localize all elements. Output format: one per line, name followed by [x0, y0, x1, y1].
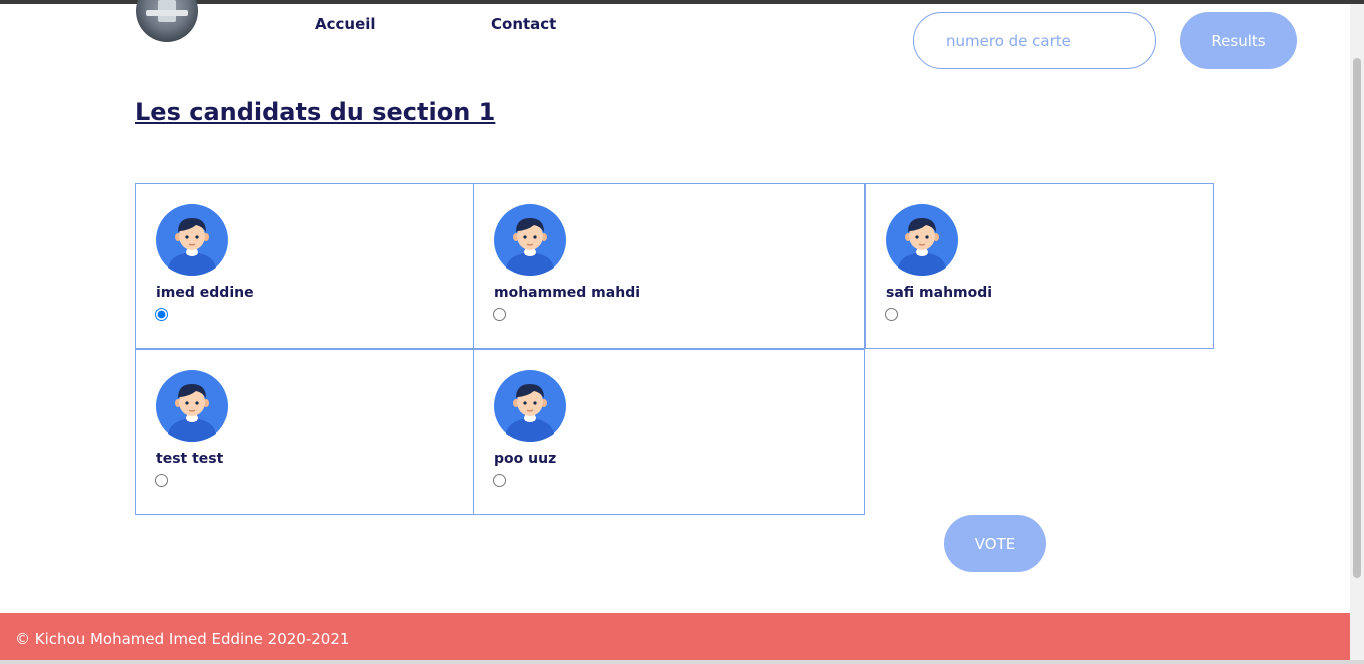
candidate-radio[interactable] [493, 308, 506, 321]
candidate-radio[interactable] [885, 308, 898, 321]
user-avatar-icon [494, 370, 566, 442]
candidate-name: test test [156, 451, 224, 467]
candidate-name: safi mahmodi [886, 285, 993, 301]
user-avatar-icon [156, 204, 228, 276]
footer: © Kichou Mohamed Imed Eddine 2020-2021 [0, 613, 1350, 664]
card-number-input[interactable] [913, 12, 1156, 69]
results-button[interactable]: Results [1180, 12, 1297, 69]
candidate-card: poo uuz [473, 349, 865, 515]
scrollbar-thumb[interactable] [1353, 58, 1361, 578]
candidate-name: mohammed mahdi [494, 285, 641, 301]
user-avatar-icon [156, 370, 228, 442]
vertical-scrollbar[interactable] [1350, 4, 1364, 664]
candidate-name: poo uuz [494, 451, 557, 467]
taskbar-edge [0, 660, 1364, 664]
vote-button[interactable]: VOTE [944, 515, 1046, 572]
nav-link-contact[interactable]: Contact [491, 15, 556, 33]
candidate-card: test test [135, 349, 474, 515]
footer-copyright: © Kichou Mohamed Imed Eddine 2020-2021 [15, 630, 350, 648]
candidate-radio[interactable] [155, 308, 168, 321]
user-avatar-icon [886, 204, 958, 276]
candidate-card: safi mahmodi [865, 183, 1214, 349]
page: Accueil Contact Results Les candidats du… [0, 0, 1350, 664]
candidate-radio[interactable] [493, 474, 506, 487]
nav-link-accueil[interactable]: Accueil [315, 15, 376, 33]
candidate-card: mohammed mahdi [473, 183, 865, 349]
candidate-name: imed eddine [156, 285, 254, 301]
site-logo[interactable] [136, 0, 198, 42]
candidate-card: imed eddine [135, 183, 474, 349]
section-title: Les candidats du section 1 [135, 98, 496, 126]
user-avatar-icon [494, 204, 566, 276]
candidate-radio[interactable] [155, 474, 168, 487]
